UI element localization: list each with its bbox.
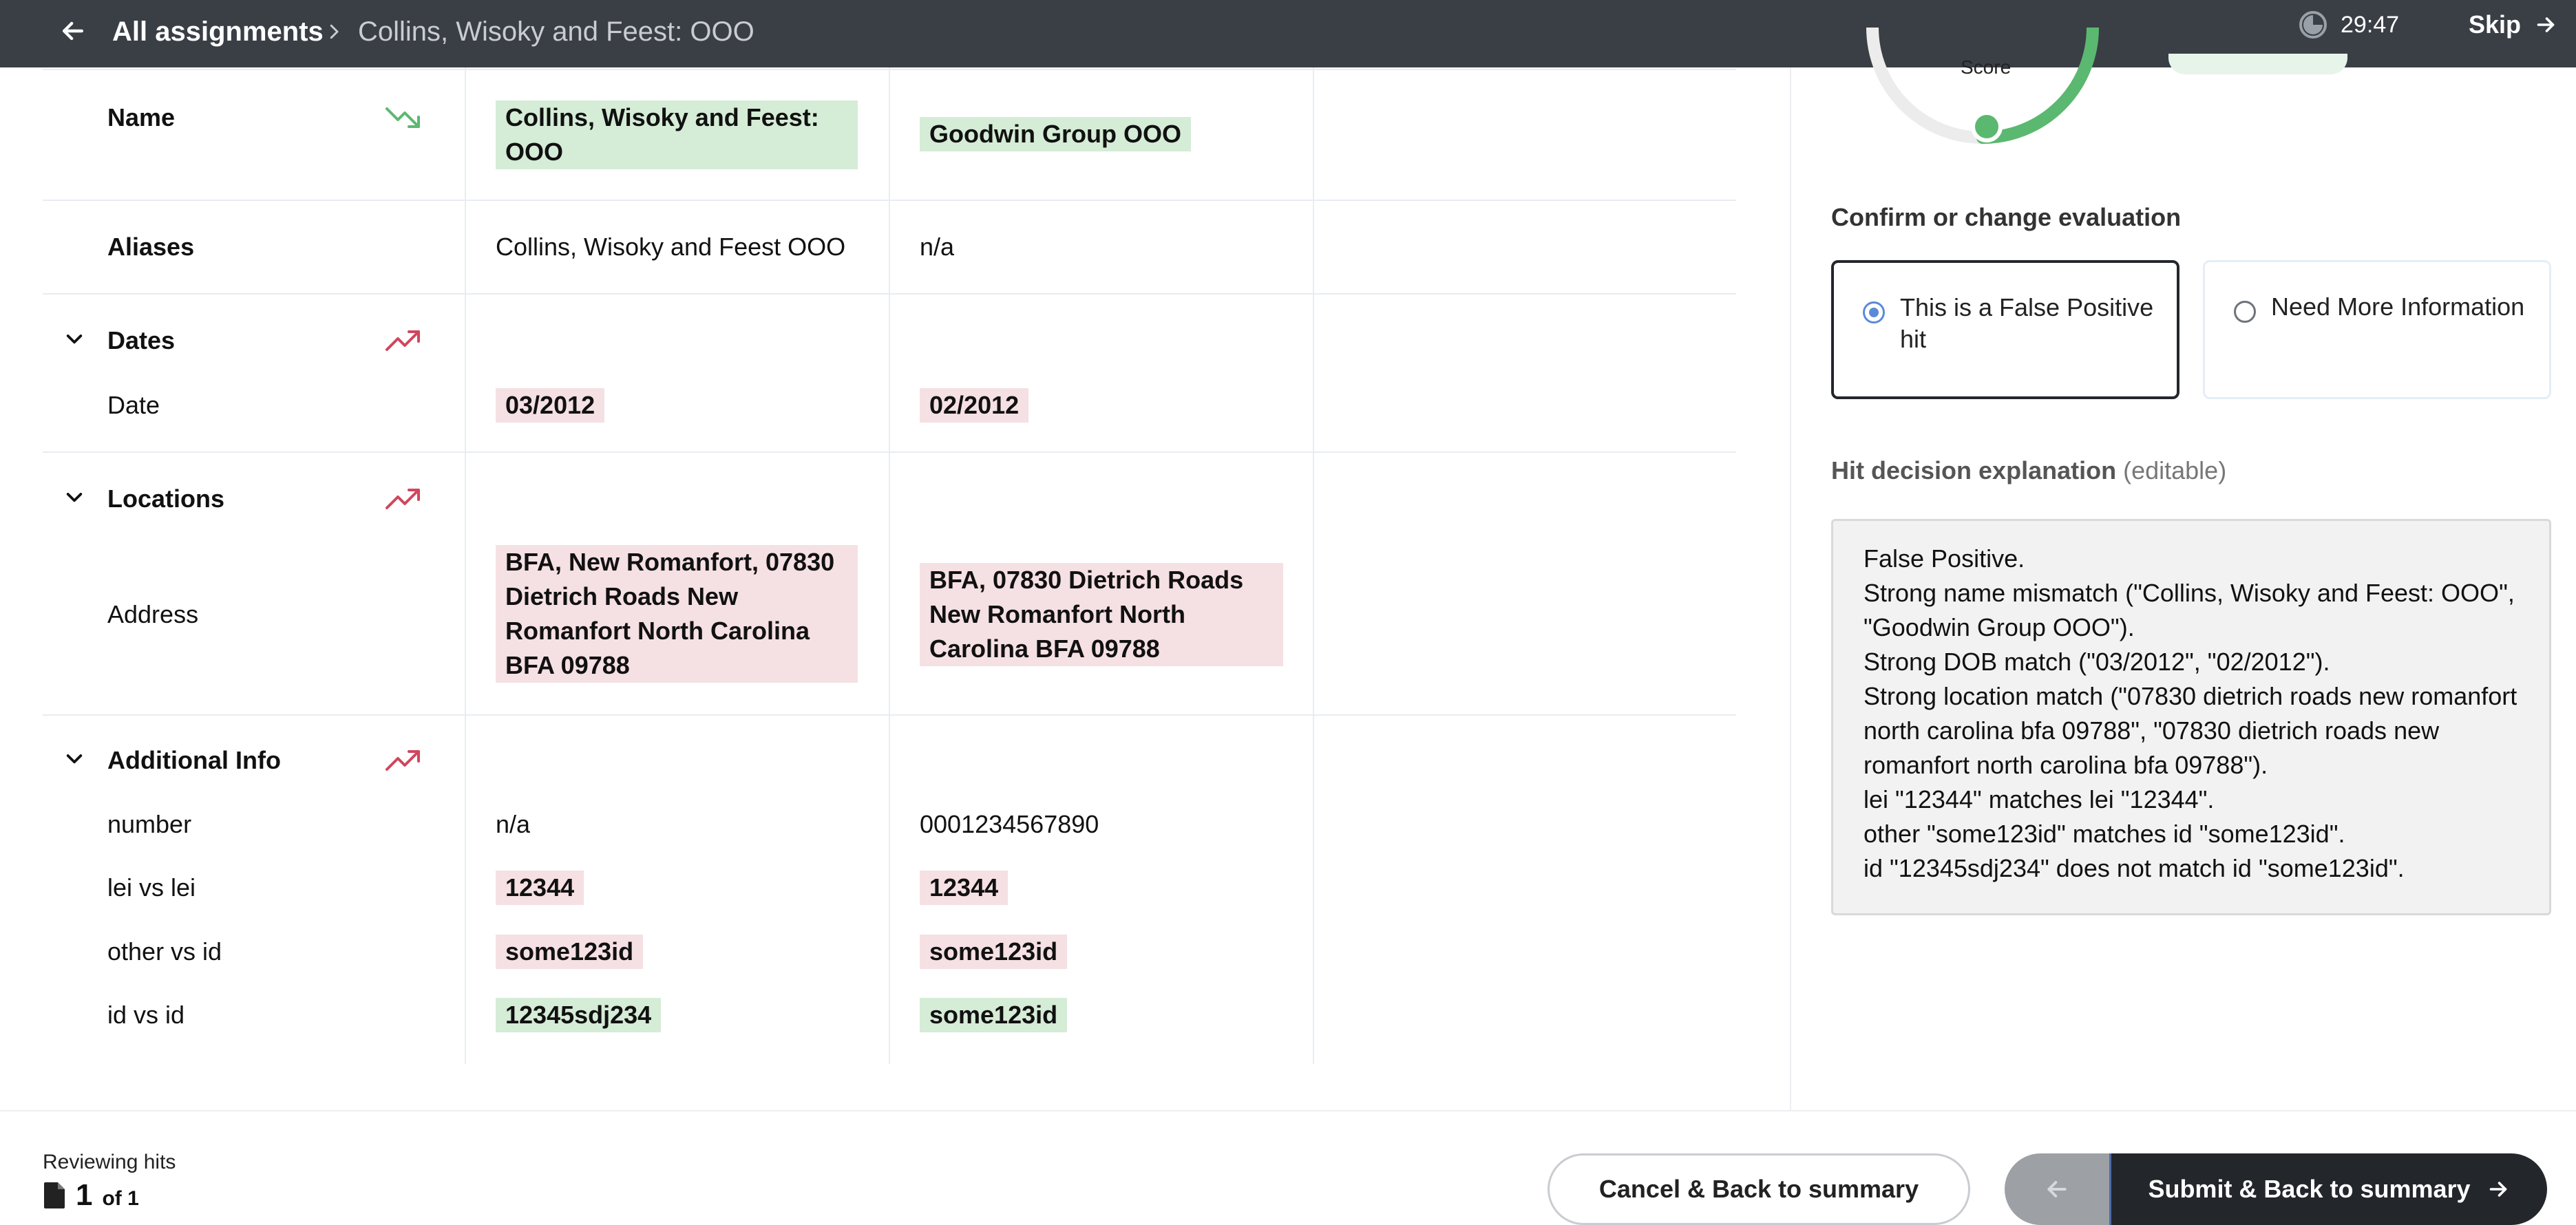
back-button[interactable] (54, 12, 92, 50)
arrow-right-icon (2537, 17, 2555, 32)
breadcrumb-current: Collins, Wisoky and Feest: OOO (358, 17, 754, 47)
countdown-timer: 29:47 (2341, 12, 2400, 38)
row-divider (43, 69, 1736, 70)
document-icon (44, 1182, 65, 1208)
option-need-more-info-label: Need More Information (2271, 292, 2525, 321)
submit-label: Submit & Back to summary (2148, 1175, 2471, 1203)
explanation-title-text: Hit decision explanation (1831, 456, 2117, 484)
row-label-address: Address (107, 600, 199, 628)
page-indicator: 1 of 1 (43, 1178, 139, 1213)
row-label-id: id vs id (107, 1001, 185, 1029)
trending-up-icon (386, 750, 420, 771)
number-value-left: n/a (496, 810, 531, 838)
row-label-number: number (107, 810, 192, 838)
confirm-evaluation-title: Confirm or change evaluation (1831, 203, 2182, 231)
id-value-left: 12345sdj234 (496, 998, 662, 1032)
previous-button[interactable] (2005, 1153, 2109, 1225)
score-badge (2168, 54, 2347, 74)
row-label-other-id: other vs id (107, 937, 222, 966)
page-current: 1 (76, 1178, 93, 1212)
name-value-right: Goodwin Group OOO (920, 117, 1191, 151)
score-label: Score (1961, 56, 2012, 78)
chevron-down-icon (66, 754, 83, 764)
skip-label: Skip (2469, 10, 2522, 39)
explanation-title: Hit decision explanation (editable) (1831, 454, 2226, 487)
trending-up-icon (386, 330, 420, 351)
trending-up-icon (386, 489, 420, 509)
row-divider (43, 200, 1736, 201)
aliases-value-right: n/a (920, 233, 955, 261)
row-divider (43, 451, 1736, 453)
arrow-left-icon (2047, 1181, 2067, 1197)
option-false-positive-label: This is a False Positive hit (1900, 293, 2154, 353)
date-value-left: 03/2012 (496, 388, 605, 423)
name-value-left: Collins, Wisoky and Feest: OOO (496, 100, 858, 169)
other-value-left: some123id (496, 935, 644, 969)
skip-button[interactable]: Skip (2469, 6, 2558, 44)
section-label-dates: Dates (107, 326, 176, 354)
radio-selected (1863, 301, 1885, 323)
chevron-down-icon (66, 334, 83, 344)
timer-icon (2299, 11, 2327, 39)
dates-toggle[interactable] (61, 325, 88, 352)
breadcrumb-all-assignments[interactable]: All assignments (112, 12, 324, 51)
reviewing-label: Reviewing hits (43, 1151, 176, 1173)
address-value-right: BFA, 07830 Dietrich Roads New Romanfort … (920, 563, 1283, 666)
lei-value-right: 12344 (920, 871, 1009, 905)
row-label-date: Date (107, 391, 160, 419)
page-total: of 1 (102, 1187, 139, 1210)
other-value-right: some123id (920, 935, 1068, 969)
comparison-table: Name Collins, Wisoky and Feest: OOO Good… (43, 67, 1736, 1064)
radio-unselected (2234, 301, 2256, 323)
aliases-value-left: Collins, Wisoky and Feest OOO (496, 233, 846, 261)
arrow-left-icon (62, 21, 84, 41)
column-divider (1313, 67, 1314, 1064)
score-gauge (1866, 28, 2099, 144)
row-label-aliases: Aliases (107, 233, 195, 261)
row-label-name: Name (107, 103, 176, 131)
trending-down-icon (386, 107, 420, 128)
address-value-left: BFA, New Romanfort, 07830 Dietrich Roads… (496, 545, 858, 683)
column-divider (465, 67, 466, 1064)
row-divider (43, 293, 1736, 295)
arrow-right-icon (2489, 1182, 2506, 1197)
chevron-down-icon (66, 493, 83, 502)
additional-info-toggle[interactable] (61, 745, 88, 772)
panel-divider (1790, 67, 1791, 1110)
id-value-right: some123id (920, 998, 1068, 1032)
option-need-more-info[interactable]: Need More Information (2203, 260, 2551, 399)
chevron-right-icon (324, 12, 344, 51)
row-label-lei: lei vs lei (107, 873, 196, 902)
column-divider (889, 67, 890, 1064)
section-label-locations: Locations (107, 484, 225, 513)
option-false-positive[interactable]: This is a False Positive hit (1831, 260, 2179, 399)
submit-back-button[interactable]: Submit & Back to summary (2109, 1153, 2547, 1225)
date-value-right: 02/2012 (920, 388, 1029, 423)
explanation-textarea[interactable]: False Positive. Strong name mismatch ("C… (1831, 519, 2551, 915)
lei-value-left: 12344 (496, 871, 584, 905)
explanation-editable-note: (editable) (2123, 456, 2227, 484)
section-label-additional-info: Additional Info (107, 746, 281, 774)
row-divider (43, 714, 1736, 716)
footer-divider (0, 1110, 2576, 1111)
cancel-back-button[interactable]: Cancel & Back to summary (1548, 1153, 1970, 1225)
locations-toggle[interactable] (61, 483, 88, 511)
number-value-right: 0001234567890 (920, 810, 1099, 838)
